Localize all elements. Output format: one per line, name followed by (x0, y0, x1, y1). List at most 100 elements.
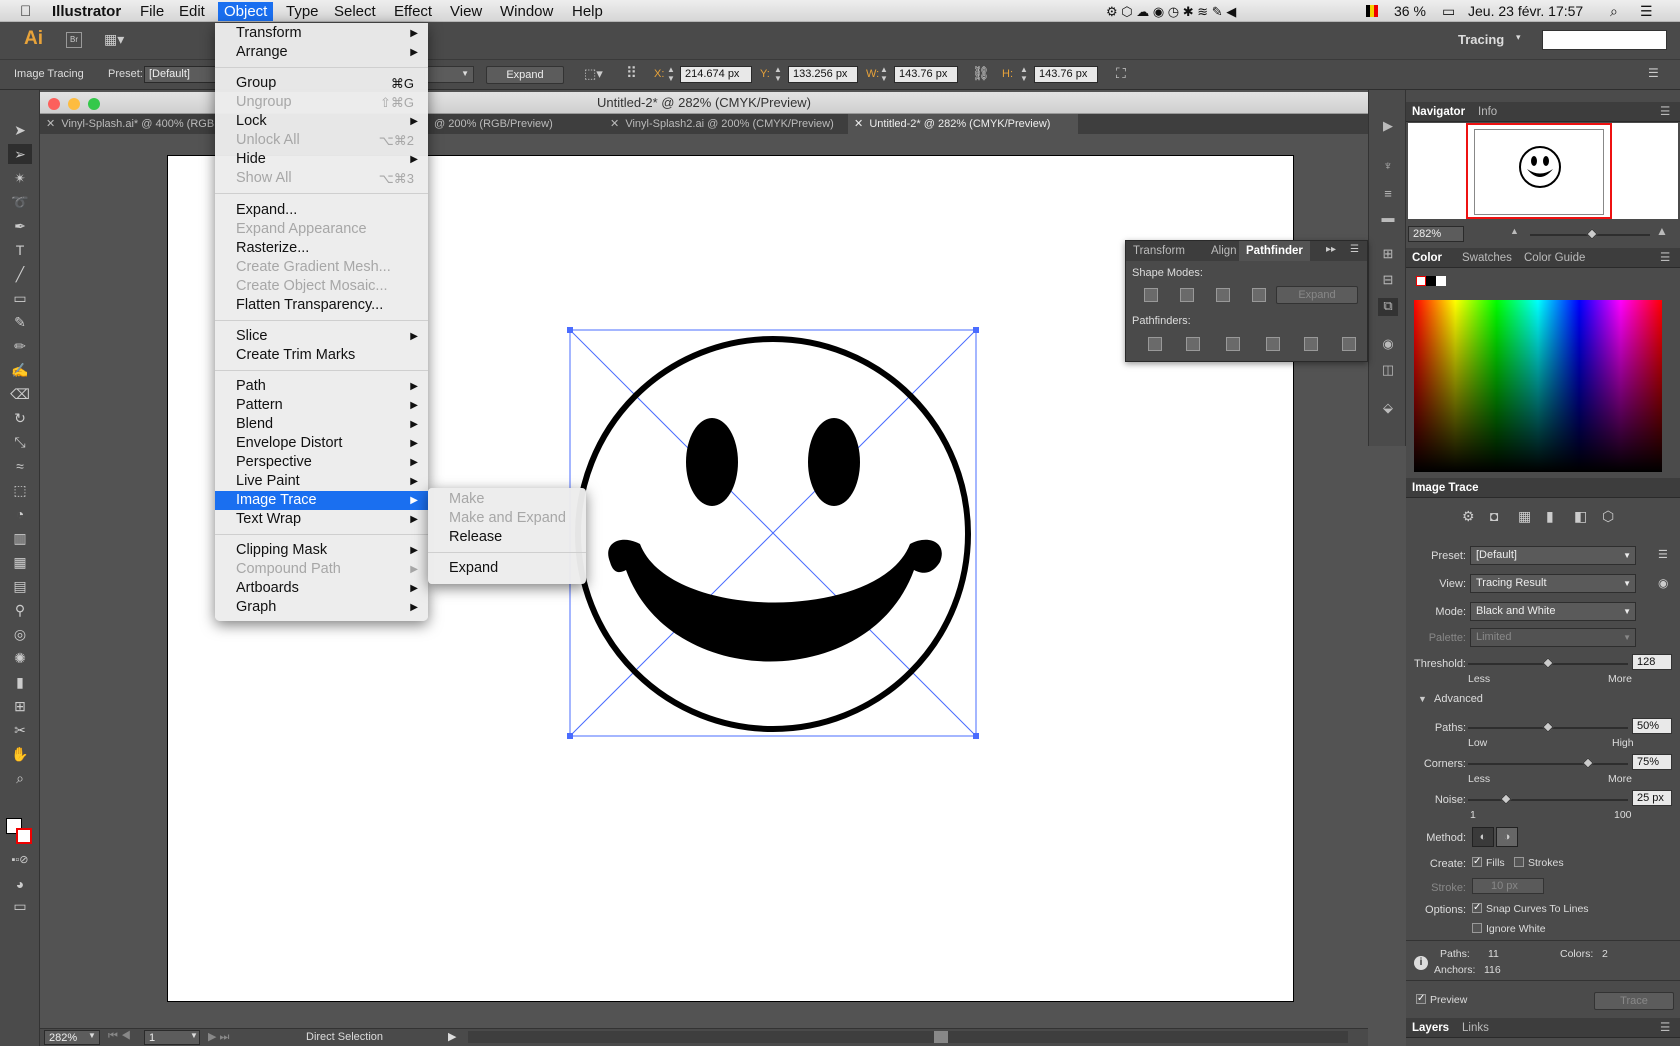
zoom-tool-icon[interactable]: ⌕ (8, 768, 32, 788)
lasso-icon[interactable]: ➰ (8, 192, 32, 212)
noise-field[interactable]: 25 px (1632, 790, 1672, 806)
advanced-toggle-icon[interactable]: ▼ (1418, 694, 1427, 704)
menu-item-artboards[interactable]: Artboards ▶ (215, 579, 428, 598)
gradient-tool-icon[interactable]: ▤ (8, 576, 32, 596)
zoom-window-button[interactable] (88, 98, 100, 110)
selection-tool-icon[interactable]: ➤ (8, 120, 32, 140)
status-menu-icon[interactable]: ▶ (448, 1030, 456, 1043)
zoom-in-icon[interactable]: ▲ (1656, 224, 1668, 238)
menu-item-clipping-mask[interactable]: Clipping Mask ▶ (215, 541, 428, 560)
transform-panel-icon[interactable]: ⊞ (1378, 246, 1398, 264)
noise-knob[interactable] (1500, 793, 1513, 805)
menu-item-path[interactable]: Path ▶ (215, 377, 428, 396)
handle[interactable] (567, 733, 573, 739)
snap-curves-checkbox[interactable]: ✓ (1472, 903, 1482, 913)
minimize-window-button[interactable] (68, 98, 80, 110)
panel-menu-icon[interactable]: ☰ (1648, 66, 1659, 80)
rotate-tool-icon[interactable]: ↻ (8, 408, 32, 428)
y-field[interactable]: 133.256 px (788, 66, 858, 83)
unite-icon[interactable] (1144, 288, 1158, 302)
w-stepper[interactable]: ▲ ▼ (880, 65, 888, 83)
pathfinder-panel-icon[interactable]: ⧉ (1378, 298, 1398, 316)
horizontal-scrollbar[interactable] (468, 1031, 1348, 1043)
trace-button[interactable]: Trace (1594, 992, 1674, 1010)
y-stepper[interactable]: ▲ ▼ (774, 65, 782, 83)
notification-icon[interactable]: ☰ (1640, 2, 1653, 21)
preset-menu-icon[interactable]: ☰ (1658, 548, 1668, 561)
chevron-down-icon[interactable]: ▼ (190, 1031, 198, 1040)
menu-item-image-trace[interactable]: Image Trace ▶ (215, 491, 428, 510)
close-window-button[interactable] (48, 98, 60, 110)
menu-view[interactable]: View (444, 2, 488, 21)
shape-builder-icon[interactable]: ◔ (8, 504, 32, 524)
traced-smiley-artwork[interactable] (560, 322, 980, 742)
chevron-down-icon[interactable]: ▼ (88, 1031, 96, 1040)
corners-slider[interactable] (1468, 763, 1628, 765)
graph-tool-icon[interactable]: ▮ (8, 672, 32, 692)
rectangle-tool-icon[interactable]: ▭ (8, 288, 32, 308)
black-swatch[interactable] (1426, 276, 1436, 286)
symbol-sprayer-icon[interactable]: ✺ (8, 648, 32, 668)
direct-selection-tool-icon[interactable]: ➢ (8, 144, 32, 164)
exclude-icon[interactable] (1252, 288, 1266, 302)
panel-menu-icon[interactable]: ☰ (1660, 102, 1670, 122)
status-tool[interactable]: Direct Selection (306, 1031, 383, 1043)
preset-select[interactable]: [Default] ▼ (1470, 546, 1636, 565)
handle[interactable] (973, 327, 979, 333)
menu-app[interactable]: Illustrator (46, 2, 127, 21)
ignore-white-checkbox[interactable] (1472, 923, 1482, 933)
high-color-icon[interactable]: ◘ (1490, 508, 1498, 524)
free-transform-icon[interactable]: ⬚ (8, 480, 32, 500)
tab-layers[interactable]: Layers (1412, 1018, 1449, 1038)
play-action-icon[interactable]: ▶ (1378, 118, 1398, 136)
view-select[interactable]: ▼ (424, 66, 474, 83)
overlapping-method-icon[interactable]: ◑ (1496, 827, 1518, 847)
paths-knob[interactable] (1542, 721, 1554, 733)
handle[interactable] (973, 733, 979, 739)
outline-preset-icon[interactable]: ⬡ (1602, 508, 1614, 525)
pathfinder-expand-button[interactable]: Expand (1276, 286, 1358, 304)
tab-align[interactable]: Align (1204, 241, 1244, 261)
pencil-icon[interactable]: ✏ (8, 336, 32, 356)
menu-type[interactable]: Type (280, 2, 325, 21)
crop-icon[interactable] (1266, 337, 1280, 351)
advanced-label[interactable]: Advanced (1434, 693, 1483, 705)
eye-icon[interactable]: ◉ (1658, 576, 1668, 590)
paintbrush-icon[interactable]: ✎ (8, 312, 32, 332)
menu-item-lock[interactable]: Lock ▶ (215, 112, 428, 131)
intersect-icon[interactable] (1216, 288, 1230, 302)
gradient-panel-icon[interactable]: ▬ (1378, 210, 1398, 228)
outline-icon[interactable] (1304, 337, 1318, 351)
eraser-icon[interactable]: ⌫ (8, 384, 32, 404)
link-proportions-icon[interactable]: ⛓ (972, 65, 990, 82)
abutting-method-icon[interactable]: ◐ (1472, 827, 1494, 847)
drawing-mode-icon[interactable]: ◕ (8, 874, 32, 894)
artboard-nav-first-icon[interactable]: ⏮ ◀ (108, 1030, 131, 1043)
reference-grid-icon[interactable]: ⠿ (626, 64, 637, 82)
menu-item-transform[interactable]: Transform ▶ (215, 24, 428, 43)
mode-select[interactable]: Black and White ▼ (1470, 602, 1636, 621)
hand-tool-icon[interactable]: ✋ (8, 744, 32, 764)
battery-icon[interactable]: ▭ (1442, 2, 1455, 21)
tab-color-guide[interactable]: Color Guide (1524, 248, 1585, 268)
trim-icon[interactable] (1186, 337, 1200, 351)
menu-item-group[interactable]: Group ⌘G (215, 74, 428, 93)
arrange-documents-icon[interactable]: ▦▾ (104, 31, 124, 48)
screen-mode-icon[interactable]: ▭ (8, 896, 32, 916)
search-input[interactable] (1542, 30, 1667, 50)
view-select[interactable]: Tracing Result ▼ (1470, 574, 1636, 593)
brushes-icon[interactable]: ♆ (1378, 158, 1398, 176)
chevron-down-icon[interactable]: ▾ (1516, 32, 1521, 43)
handle[interactable] (567, 327, 573, 333)
merge-icon[interactable] (1226, 337, 1240, 351)
corners-field[interactable]: 75% (1632, 754, 1672, 770)
magic-wand-icon[interactable]: ✴ (8, 168, 32, 188)
h-stepper[interactable]: ▲ ▼ (1020, 65, 1028, 83)
color-mode-icon[interactable]: ▪▫⊘ (8, 850, 32, 870)
reference-point-icon[interactable]: ⬚▾ (584, 66, 603, 82)
slice-tool-icon[interactable]: ✂ (8, 720, 32, 740)
menu-item-rasterize[interactable]: Rasterize... (215, 239, 428, 258)
threshold-knob[interactable] (1542, 657, 1554, 669)
graphic-styles-icon[interactable]: ◫ (1378, 362, 1398, 380)
paths-field[interactable]: 50% (1632, 718, 1672, 734)
